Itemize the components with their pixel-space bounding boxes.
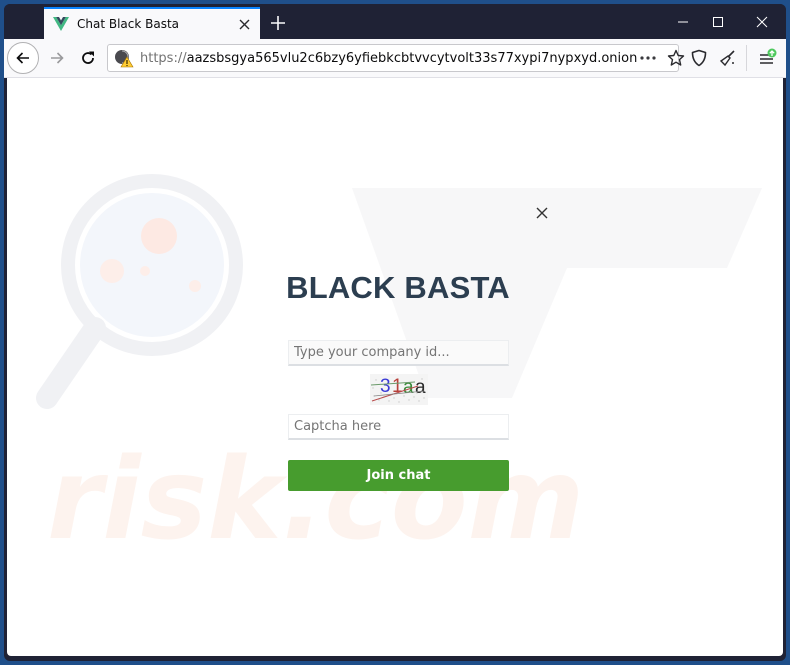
forward-button[interactable] xyxy=(41,42,73,74)
back-button[interactable] xyxy=(7,42,39,74)
close-window-button[interactable] xyxy=(742,9,782,35)
captcha-char: a xyxy=(415,377,426,398)
tab-title: Chat Black Basta xyxy=(77,17,180,31)
page-title: BLACK BASTA xyxy=(286,270,510,305)
minimize-icon xyxy=(678,21,688,23)
extension-button[interactable] xyxy=(712,42,744,74)
plus-icon xyxy=(271,16,285,30)
close-window-icon xyxy=(756,16,768,28)
tab-chat-black-basta[interactable]: Chat Black Basta xyxy=(44,7,260,39)
new-tab-button[interactable] xyxy=(266,11,290,35)
address-bar[interactable]: https://aazsbsgya565vlu2c6bzy6yfiebkcbtv… xyxy=(107,44,685,72)
shield-icon xyxy=(691,49,707,67)
tab-bar: Chat Black Basta xyxy=(4,4,786,39)
more-dots-icon xyxy=(640,56,656,60)
maximize-button[interactable] xyxy=(698,9,738,35)
minimize-button[interactable] xyxy=(663,9,703,35)
browser-window: Chat Black Basta https://aazsbsgya565vlu… xyxy=(4,4,786,661)
reload-icon xyxy=(82,51,94,64)
page-content: risk.com BLACK BASTA 3 1 a a Join chat xyxy=(7,78,783,656)
back-arrow-icon xyxy=(16,52,29,64)
tab-close-icon[interactable] xyxy=(234,14,254,34)
tracking-protection-button[interactable] xyxy=(683,42,715,74)
url-text: https://aazsbsgya565vlu2c6bzy6yfiebkcbtv… xyxy=(140,50,638,66)
vue-logo-icon xyxy=(53,16,69,32)
company-id-input[interactable] xyxy=(288,340,509,366)
onion-warning-icon[interactable] xyxy=(114,48,134,68)
captcha-char: 3 xyxy=(380,376,391,397)
pcrisk-watermark: risk.com xyxy=(36,174,762,565)
toolbar-divider xyxy=(746,45,747,71)
broom-icon xyxy=(719,50,735,67)
hamburger-menu-icon xyxy=(760,48,777,64)
close-dialog-button[interactable] xyxy=(534,205,550,221)
forward-arrow-icon xyxy=(51,52,64,64)
page-actions-button[interactable] xyxy=(637,47,659,69)
close-icon xyxy=(536,207,548,219)
app-menu-button[interactable] xyxy=(751,42,783,74)
captcha-input[interactable] xyxy=(288,414,509,440)
maximize-icon xyxy=(713,17,723,27)
watermark-magnifier-icon xyxy=(61,174,243,356)
watermark-text: risk.com xyxy=(47,435,584,565)
captcha-image[interactable]: 3 1 a a xyxy=(370,374,428,405)
reload-button[interactable] xyxy=(72,42,104,74)
join-chat-button[interactable]: Join chat xyxy=(288,460,509,491)
navigation-toolbar: https://aazsbsgya565vlu2c6bzy6yfiebkcbtv… xyxy=(4,39,786,78)
